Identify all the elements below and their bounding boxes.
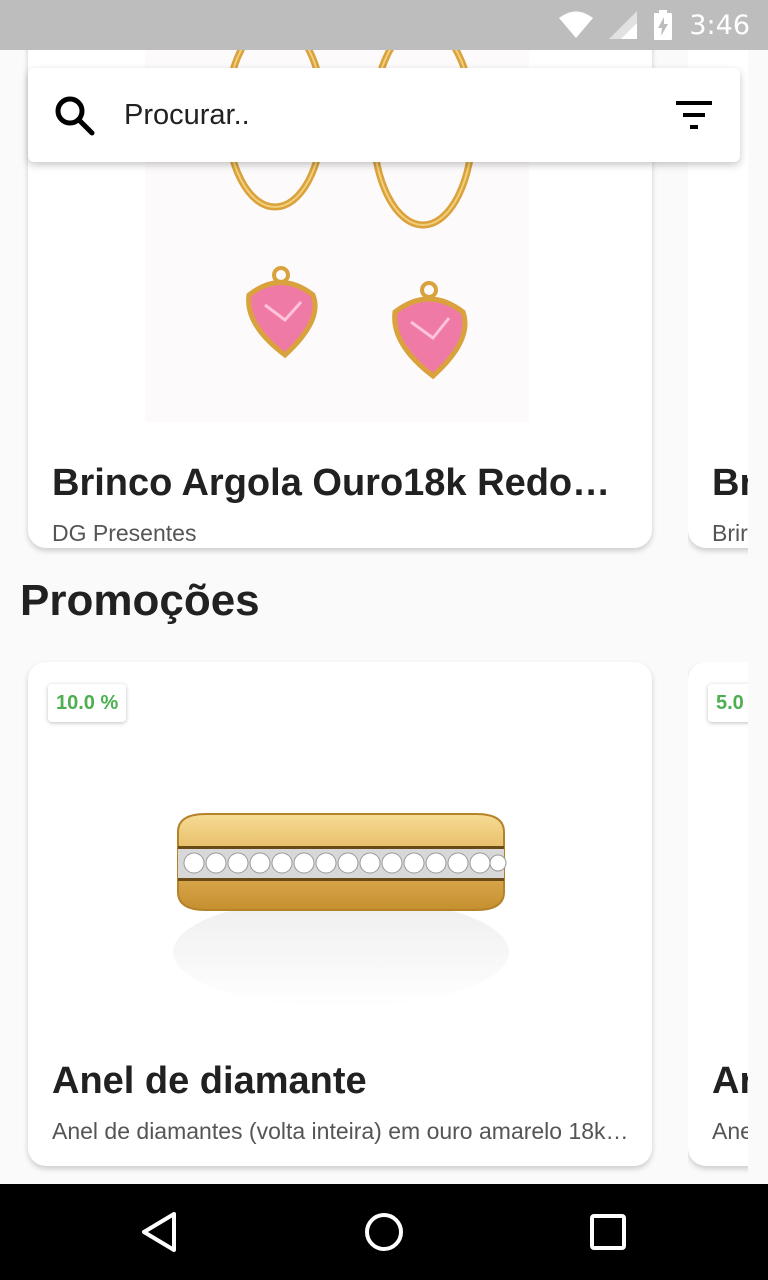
product-store: DG Presentes bbox=[52, 520, 197, 546]
promo-card[interactable]: 5.0 Ar Ane bbox=[688, 662, 748, 1166]
search-icon[interactable] bbox=[54, 95, 96, 137]
promo-title: Ar bbox=[712, 1060, 748, 1102]
discount-badge: 10.0 % bbox=[48, 684, 127, 722]
product-image bbox=[166, 792, 516, 1012]
filter-icon[interactable] bbox=[674, 98, 714, 132]
promo-description: Anel de diamantes (volta inteira) em our… bbox=[52, 1118, 629, 1144]
content-scroll-area[interactable]: Brinco Argola Ouro18k Redon… DG Presente… bbox=[0, 50, 768, 1184]
back-icon[interactable] bbox=[136, 1208, 184, 1256]
recents-icon[interactable] bbox=[584, 1208, 632, 1256]
home-icon[interactable] bbox=[360, 1208, 408, 1256]
status-bar: 3:46 bbox=[0, 0, 768, 50]
product-title: Brinco Argola Ouro18k Redon… bbox=[52, 462, 628, 504]
search-input[interactable] bbox=[124, 92, 644, 138]
signal-icon bbox=[609, 11, 638, 39]
product-store: Brir bbox=[712, 520, 748, 546]
promo-description: Ane bbox=[712, 1118, 748, 1144]
promo-card-clip: 5.0 Ar Ane bbox=[688, 662, 748, 1182]
promo-title: Anel de diamante bbox=[52, 1060, 367, 1102]
product-title: Br bbox=[712, 462, 748, 504]
promo-card[interactable]: 10.0 % Anel de diamante Anel de diamante… bbox=[28, 662, 652, 1166]
search-bar[interactable] bbox=[28, 68, 740, 162]
status-time: 3:46 bbox=[689, 9, 750, 41]
battery-charging-icon bbox=[654, 10, 673, 40]
navigation-bar bbox=[0, 1184, 768, 1280]
wifi-icon bbox=[559, 11, 594, 38]
discount-badge: 5.0 bbox=[708, 684, 748, 722]
section-title-promocoes: Promoções bbox=[20, 576, 260, 625]
